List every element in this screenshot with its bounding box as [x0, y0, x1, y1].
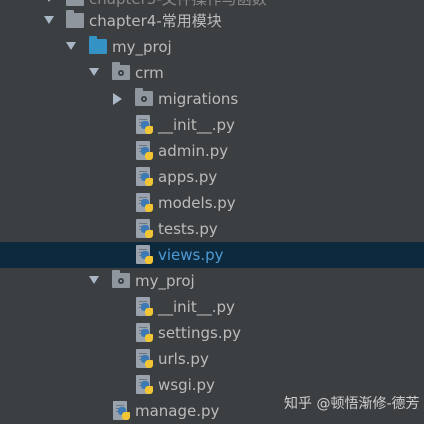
- tree-row-crm[interactable]: crm: [0, 60, 424, 86]
- package-icon: [112, 270, 130, 288]
- tree-row-tests[interactable]: tests.py: [0, 216, 424, 242]
- file-label: tests.py: [158, 220, 218, 238]
- tree-row-my-proj-package[interactable]: my_proj: [0, 268, 424, 294]
- python-file-icon: [136, 167, 153, 187]
- python-file-icon: [136, 193, 153, 213]
- folder-label: crm: [135, 64, 164, 82]
- tree-row-crm-init[interactable]: __init__.py: [0, 112, 424, 138]
- tree-row-pkg-init[interactable]: __init__.py: [0, 294, 424, 320]
- tree-row-apps[interactable]: apps.py: [0, 164, 424, 190]
- source-folder-icon: [89, 36, 107, 54]
- expand-arrow-icon[interactable]: [44, 0, 54, 2]
- python-file-icon: [136, 141, 153, 161]
- folder-icon: [66, 0, 84, 6]
- folder-label: my_proj: [112, 38, 172, 56]
- tree-row-settings[interactable]: settings.py: [0, 320, 424, 346]
- folder-label: my_proj: [135, 272, 195, 290]
- watermark: 知乎 @顿悟渐修-德芳: [284, 396, 420, 412]
- expand-arrow-icon[interactable]: [89, 68, 99, 76]
- folder-icon: [66, 10, 84, 28]
- folder-label: migrations: [158, 90, 239, 108]
- tree-row-migrations[interactable]: migrations: [0, 86, 424, 112]
- expand-arrow-icon[interactable]: [66, 42, 76, 50]
- file-label: urls.py: [158, 350, 209, 368]
- tree-row-models[interactable]: models.py: [0, 190, 424, 216]
- package-icon: [135, 88, 153, 106]
- expand-arrow-icon[interactable]: [44, 16, 54, 24]
- collapse-arrow-icon[interactable]: [113, 93, 122, 105]
- package-icon: [112, 62, 130, 80]
- file-label: models.py: [158, 194, 236, 212]
- file-label: wsgi.py: [158, 376, 215, 394]
- python-file-icon: [136, 323, 153, 343]
- python-file-icon: [136, 297, 153, 317]
- tree-row-chapter4[interactable]: chapter4-常用模块: [0, 8, 424, 34]
- python-file-icon: [136, 219, 153, 239]
- python-file-icon: [113, 401, 130, 421]
- file-label: settings.py: [158, 324, 241, 342]
- file-label: apps.py: [158, 168, 218, 186]
- python-file-icon: [136, 245, 153, 265]
- file-label: admin.py: [158, 142, 229, 160]
- tree-row-my-proj[interactable]: my_proj: [0, 34, 424, 60]
- python-file-icon: [136, 375, 153, 395]
- file-label: views.py: [158, 246, 224, 264]
- tree-row-views-selected[interactable]: views.py: [0, 242, 424, 268]
- file-label: __init__.py: [158, 298, 235, 316]
- expand-arrow-icon[interactable]: [89, 276, 99, 284]
- file-label: manage.py: [135, 402, 220, 420]
- python-file-icon: [136, 349, 153, 369]
- python-file-icon: [136, 115, 153, 135]
- folder-label: chapter4-常用模块: [89, 12, 222, 30]
- tree-row-urls[interactable]: urls.py: [0, 346, 424, 372]
- tree-row-admin[interactable]: admin.py: [0, 138, 424, 164]
- file-label: __init__.py: [158, 116, 235, 134]
